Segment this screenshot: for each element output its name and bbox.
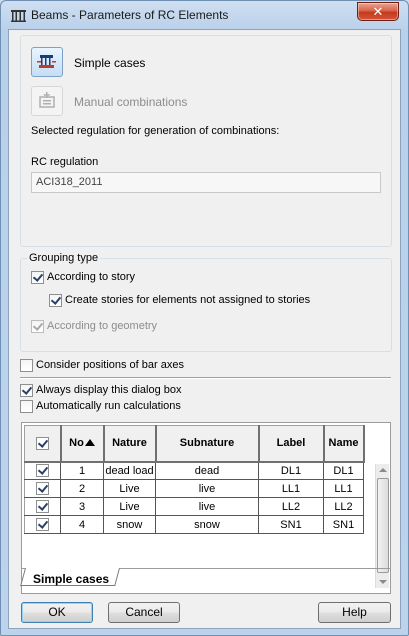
cell-label: DL1 [258, 461, 324, 480]
load-cases-grid: No Nature Subnature Label Name 1 dead lo… [20, 422, 391, 594]
simple-cases-button[interactable] [31, 47, 63, 77]
row-checkbox[interactable] [36, 464, 49, 478]
row-select-cell[interactable] [24, 461, 61, 480]
row-checkbox[interactable] [36, 482, 49, 495]
cell-subnature: live [155, 479, 259, 498]
dialog-client-area: Simple cases Manual combinations Selecte… [8, 29, 401, 629]
according-to-geometry-label: According to geometry [47, 320, 158, 332]
separator-line [20, 377, 391, 379]
cell-nature: snow [103, 515, 156, 534]
tab-simple-cases-label: Simple cases [33, 572, 110, 586]
manual-combinations-icon [39, 92, 55, 108]
grouping-type-title: Grouping type [27, 252, 101, 264]
cell-label: SN1 [258, 515, 324, 534]
beam-app-icon [11, 10, 26, 22]
consider-positions-label: Consider positions of bar axes [36, 359, 184, 371]
create-stories-label: Create stories for elements not assigned… [65, 294, 311, 306]
rc-regulation-field[interactable]: ACI318_2011 [31, 172, 381, 193]
rc-regulation-label: RC regulation [31, 156, 99, 168]
table-row[interactable]: 3 Live live LL2 LL2 [24, 497, 364, 516]
auto-run-checkbox[interactable] [20, 400, 33, 413]
consider-positions-checkbox[interactable] [20, 359, 33, 372]
table-row[interactable]: 4 snow snow SN1 SN1 [24, 515, 364, 534]
column-header-nature[interactable]: Nature [103, 425, 157, 463]
column-header-name[interactable]: Name [323, 425, 365, 463]
rc-regulation-value: ACI318_2011 [36, 176, 103, 188]
cell-nature: Live [103, 479, 156, 498]
manual-combinations-label: Manual combinations [74, 95, 188, 109]
table-row[interactable]: 1 dead load dead DL1 DL1 [24, 461, 364, 480]
cell-subnature: dead [155, 461, 259, 480]
row-select-cell[interactable] [24, 515, 61, 534]
title-bar[interactable]: Beams - Parameters of RC Elements ✕ [1, 1, 408, 29]
auto-run-label: Automatically run calculations [36, 400, 181, 412]
always-display-label: Always display this dialog box [36, 384, 182, 396]
ok-button[interactable]: OK [21, 602, 93, 623]
selected-regulation-text: Selected regulation for generation of co… [31, 125, 280, 137]
according-to-story-checkbox[interactable] [31, 271, 44, 284]
grid-vertical-scrollbar[interactable] [375, 464, 389, 588]
scroll-down-icon[interactable] [379, 580, 387, 584]
window-title: Beams - Parameters of RC Elements [31, 8, 229, 22]
row-checkbox[interactable] [36, 518, 49, 531]
column-header-subnature[interactable]: Subnature [155, 425, 260, 463]
column-header-no[interactable]: No [60, 425, 105, 463]
create-stories-checkbox[interactable] [49, 294, 62, 307]
cell-name: DL1 [323, 461, 364, 480]
table-row[interactable]: 2 Live live LL1 LL1 [24, 479, 364, 498]
cell-no: 4 [60, 515, 104, 534]
cell-no: 1 [60, 461, 104, 480]
simple-cases-icon [37, 55, 56, 68]
cell-no: 2 [60, 479, 104, 498]
always-display-checkbox[interactable] [20, 384, 33, 397]
column-header-label[interactable]: Label [258, 425, 325, 463]
row-select-cell[interactable] [24, 497, 61, 516]
cell-nature: dead load [103, 461, 156, 480]
cancel-button[interactable]: Cancel [108, 602, 180, 623]
manual-combinations-button[interactable] [31, 86, 63, 116]
select-all-checkbox[interactable] [35, 436, 49, 450]
sort-ascending-icon [84, 439, 95, 447]
cell-no: 3 [60, 497, 104, 516]
cell-name: LL2 [323, 497, 364, 516]
scroll-up-icon[interactable] [379, 468, 387, 472]
close-button[interactable]: ✕ [357, 2, 399, 21]
according-to-geometry-checkbox[interactable] [31, 320, 44, 333]
cell-nature: Live [103, 497, 156, 516]
simple-cases-label: Simple cases [74, 56, 146, 70]
scrollbar-thumb[interactable] [377, 478, 389, 573]
cell-label: LL1 [258, 479, 324, 498]
cell-subnature: snow [155, 515, 259, 534]
according-to-story-label: According to story [47, 271, 136, 283]
help-button[interactable]: Help [318, 602, 391, 623]
cell-label: LL2 [258, 497, 324, 516]
cell-subnature: live [155, 497, 259, 516]
row-checkbox[interactable] [36, 500, 49, 513]
row-select-cell[interactable] [24, 479, 61, 498]
load-cases-table: No Nature Subnature Label Name 1 dead lo… [24, 425, 365, 534]
grid-header-row: No Nature Subnature Label Name [24, 425, 365, 463]
close-icon: ✕ [372, 4, 384, 19]
cell-name: LL1 [323, 479, 364, 498]
dialog-window: Beams - Parameters of RC Elements ✕ Simp… [0, 0, 409, 636]
select-all-header[interactable] [24, 425, 62, 463]
cell-name: SN1 [323, 515, 364, 534]
